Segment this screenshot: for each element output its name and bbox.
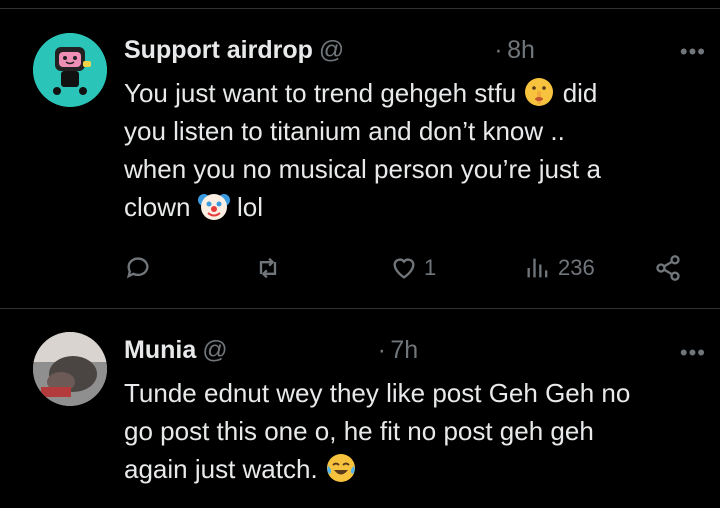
reply-icon — [126, 257, 149, 279]
tears-of-joy-emoji-icon — [326, 454, 355, 482]
display-name[interactable]: Support airdrop — [124, 36, 313, 64]
text-line: clown — [124, 192, 191, 222]
tweet-text: You just want to trend gehgeh stfu did y… — [124, 74, 704, 226]
shushing-face-emoji-icon — [525, 78, 554, 106]
timestamp[interactable]: 7h — [390, 336, 418, 364]
like-button[interactable]: 1 — [390, 250, 436, 286]
tweet-1[interactable]: Support airdrop @ · 8h ••• You just want t… — [0, 0, 720, 308]
share-button[interactable] — [654, 250, 682, 286]
separator-dot: · — [377, 336, 386, 364]
action-bar: 1 236 — [124, 250, 694, 286]
tweet-2[interactable]: Munia @ · 7h ••• Tunde ednut wey they like… — [0, 309, 720, 508]
tweet-header: Munia @ · 7h — [124, 336, 418, 366]
more-options-icon[interactable]: ••• — [680, 41, 706, 63]
more-options-icon[interactable]: ••• — [680, 342, 706, 364]
text-line: again just watch. — [124, 454, 318, 484]
text-line: when you no musical person you’re just a — [124, 154, 601, 184]
tweet-header: Support airdrop @ · 8h — [124, 36, 535, 66]
avatar[interactable] — [33, 332, 107, 406]
timestamp[interactable]: 8h — [507, 36, 535, 64]
user-photo-avatar-icon — [33, 332, 107, 406]
reply-button[interactable] — [124, 250, 158, 286]
retweet-button[interactable] — [254, 250, 288, 286]
text-line: lol — [236, 192, 263, 222]
text-line: Tunde ednut wey they like post Geh Geh n… — [124, 378, 631, 408]
heart-icon — [393, 258, 415, 279]
views-chart-icon — [527, 258, 548, 278]
handle[interactable]: @ — [319, 36, 344, 64]
clown-face-emoji-icon — [197, 194, 230, 220]
view-count: 236 — [558, 255, 595, 280]
like-count: 1 — [424, 255, 437, 280]
share-icon — [656, 255, 680, 281]
retweet-icon — [259, 257, 277, 279]
text-line: you listen to titanium and don’t know .. — [124, 116, 565, 146]
tweet-text: Tunde ednut wey they like post Geh Geh n… — [124, 374, 704, 488]
views-button[interactable]: 236 — [524, 250, 595, 286]
text-line: did — [562, 78, 598, 108]
display-name[interactable]: Munia — [124, 336, 196, 364]
text-line: go post this one o, he fit no post geh g… — [124, 416, 594, 446]
avatar[interactable] — [33, 33, 107, 107]
separator-dot: · — [494, 36, 503, 64]
handle[interactable]: @ — [202, 336, 227, 364]
robot-avatar-icon — [33, 33, 107, 107]
text-line: You just want to trend gehgeh stfu — [124, 78, 517, 108]
